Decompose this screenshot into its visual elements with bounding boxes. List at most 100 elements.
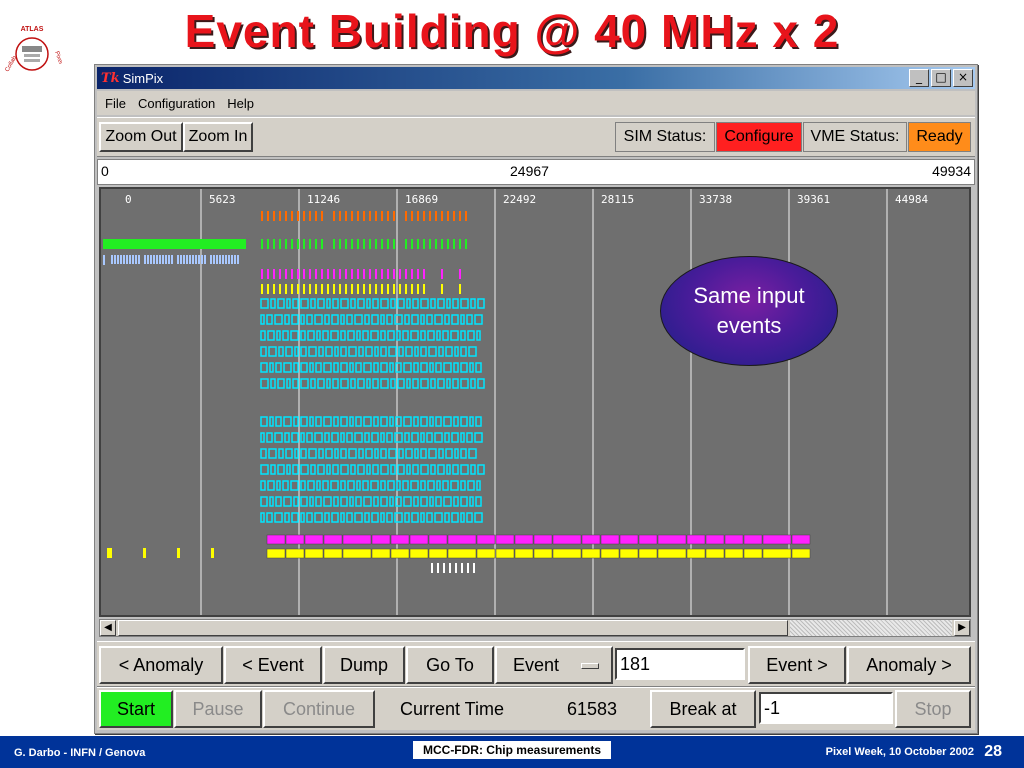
magenta-block (266, 534, 286, 545)
cyan-block (366, 298, 371, 309)
green-mark (459, 239, 461, 249)
magenta-block (285, 534, 305, 545)
green-mark (315, 239, 317, 249)
cyan-block (469, 362, 474, 373)
yellow-mark (267, 284, 269, 294)
cyan-block (350, 378, 356, 389)
dump-button[interactable]: Dump (323, 646, 405, 684)
lightblue-mark (186, 255, 188, 264)
cyan-block (332, 464, 339, 475)
cyan-block (333, 416, 339, 427)
cyan-block (340, 378, 349, 389)
goto-value-input[interactable]: 181 (615, 648, 745, 680)
cyan-block (460, 448, 467, 459)
pause-button[interactable]: Pause (174, 690, 262, 728)
lightblue-mark (144, 255, 146, 264)
cyan-block (402, 480, 409, 491)
yellow-block (476, 548, 496, 559)
goto-mode-select[interactable]: Event (495, 646, 613, 684)
timeline-svg: 0 5623 11246 16869 22492 28115 33738 39361 44984 (103, 189, 928, 615)
scroll-right-icon[interactable]: ▶ (954, 620, 970, 636)
cyan-block (394, 432, 403, 443)
green-mark (279, 239, 281, 249)
horizontal-scrollbar[interactable]: ◀ ▶ (99, 619, 971, 637)
yellow-block (428, 548, 448, 559)
yellow-mark (321, 284, 323, 294)
cyan-block (426, 432, 433, 443)
cyan-block (316, 330, 321, 341)
cyan-block (398, 346, 404, 357)
cyan-block (277, 378, 285, 389)
next-anomaly-button[interactable]: Anomaly > (847, 646, 971, 684)
cyan-block (380, 464, 389, 475)
scroll-left-icon[interactable]: ◀ (100, 620, 116, 636)
start-button[interactable]: Start (99, 690, 173, 728)
cyan-block (293, 496, 299, 507)
stop-button[interactable]: Stop (895, 690, 971, 728)
cyan-block (300, 346, 307, 357)
cyan-block (365, 448, 373, 459)
zoom-out-button[interactable]: Zoom Out (99, 122, 183, 152)
cyan-block (260, 298, 269, 309)
lightblue-mark (237, 255, 239, 264)
cyan-block (411, 314, 419, 325)
minimize-button[interactable]: _ (909, 69, 929, 87)
orange-mark (375, 211, 377, 221)
magenta-block (476, 534, 496, 545)
cyan-block (300, 432, 305, 443)
break-at-input[interactable]: -1 (759, 692, 893, 724)
prev-event-button[interactable]: < Event (224, 646, 322, 684)
maximize-button[interactable]: □ (931, 69, 951, 87)
scroll-thumb[interactable] (118, 620, 788, 636)
magenta-block (743, 534, 763, 545)
magenta-mark (411, 269, 413, 279)
cyan-block (445, 346, 453, 357)
cyan-block (374, 448, 379, 459)
cyan-block (300, 362, 308, 373)
next-event-button[interactable]: Event > (748, 646, 846, 684)
orange-mark (417, 211, 419, 221)
lightblue-mark (219, 255, 221, 264)
cyan-block (475, 416, 482, 427)
cyan-block (389, 362, 394, 373)
cyan-block (380, 496, 388, 507)
cyan-block (460, 512, 465, 523)
orange-mark (387, 211, 389, 221)
menu-file[interactable]: File (105, 96, 126, 111)
prev-anomaly-button[interactable]: < Anomaly (99, 646, 223, 684)
cyan-block (475, 496, 482, 507)
cyan-block (460, 330, 466, 341)
callout-bubble: Same input events (660, 256, 838, 366)
white-mark (455, 563, 457, 573)
break-at-button[interactable]: Break at (650, 690, 756, 728)
scroll-track[interactable] (790, 620, 952, 636)
cyan-block (317, 464, 325, 475)
orange-mark (441, 211, 443, 221)
cyan-block (402, 330, 409, 341)
close-button[interactable]: × (953, 69, 973, 87)
event-timeline-canvas[interactable]: 0 5623 11246 16869 22492 28115 33738 39361 44984 (99, 187, 971, 617)
go-to-button[interactable]: Go To (406, 646, 494, 684)
continue-button[interactable]: Continue (263, 690, 375, 728)
yellow-mark (309, 284, 311, 294)
zoom-in-button[interactable]: Zoom In (183, 122, 253, 152)
green-mark (351, 239, 353, 249)
cyan-block (358, 448, 364, 459)
cyan-block (286, 298, 291, 309)
magenta-mark (321, 269, 323, 279)
green-mark (423, 239, 425, 249)
menu-configuration[interactable]: Configuration (138, 96, 215, 111)
callout-text: Same input events (693, 283, 805, 338)
menu-help[interactable]: Help (227, 96, 254, 111)
cyan-block (454, 448, 459, 459)
window-titlebar[interactable]: Tk SimPix _ □ × (97, 67, 975, 89)
lightblue-mark (231, 255, 233, 264)
cyan-block (309, 496, 314, 507)
magenta-mark (393, 269, 395, 279)
tick-label: 11246 (307, 193, 340, 206)
cyan-block (307, 330, 315, 341)
cyan-block (354, 512, 363, 523)
cyan-block (294, 448, 299, 459)
cyan-block (429, 362, 434, 373)
magenta-block (514, 534, 534, 545)
